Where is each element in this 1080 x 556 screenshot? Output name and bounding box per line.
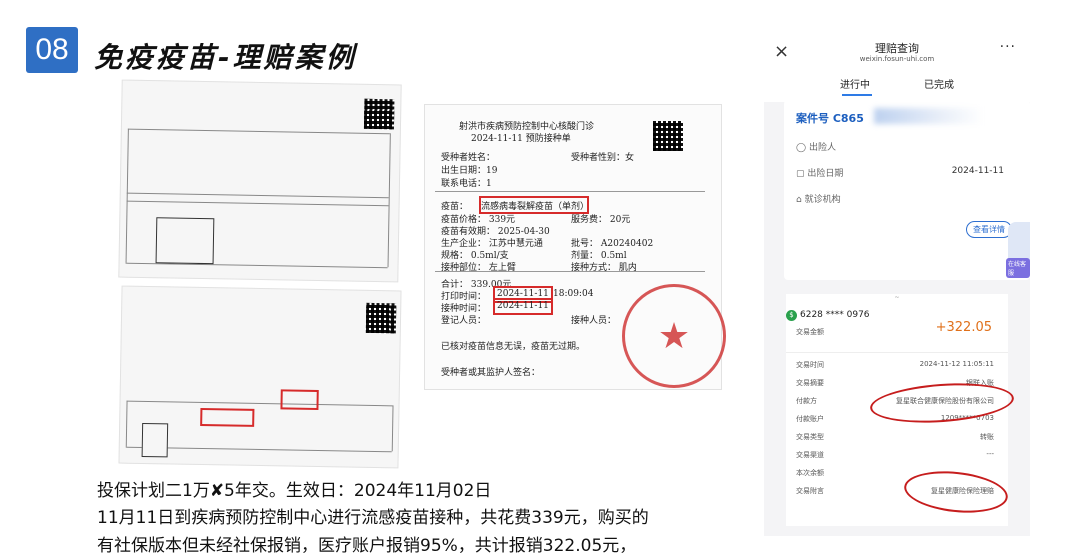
tx-label: 交易附言: [796, 487, 824, 495]
date-value: 2024-11-11: [951, 166, 1004, 176]
tab-completed[interactable]: 已完成: [924, 76, 954, 91]
view-detail-button[interactable]: 查看详情: [966, 221, 1012, 238]
red-circle-annotation: [902, 466, 1010, 518]
claim-card[interactable]: 案件号 C865 ◯ 出险人 ▢ 出险日期 2024-11-11 ⌂ 就诊机构 …: [784, 100, 1030, 280]
body-line-3: 有社保版本但未经社保报销，医疗账户报销95%，共计报销322.05元，: [97, 536, 637, 556]
slip-fee: 服务费： 20元: [571, 215, 631, 225]
hospital-stamp: [155, 217, 215, 265]
body-line-2: 11月11日到疾病预防控制中心进行流感疫苗接种，共花费339元，购买的: [97, 508, 649, 528]
slip-guardian: 受种者或其监护人签名：: [441, 368, 541, 378]
tx-label: 交易摘要: [796, 379, 824, 387]
slip-inoculator: 接种人员：: [571, 316, 617, 326]
date-label: ▢ 出险日期: [796, 169, 844, 179]
active-tab-indicator: [842, 94, 872, 96]
tx-label: 付款方: [796, 397, 817, 405]
body-line-1: 投保计划二1万✘5年交。生效日：2024年11月02日: [97, 481, 492, 501]
online-service-tag[interactable]: 在线客服: [1006, 258, 1030, 278]
invoice-scan-top: [118, 79, 402, 283]
slip-vaccine-label: 疫苗：: [441, 202, 469, 212]
more-icon[interactable]: ···: [1000, 39, 1016, 55]
redacted-area: [874, 108, 984, 124]
app-url: weixin.fosun-uhi.com: [859, 55, 935, 63]
highlight-box: [493, 298, 553, 315]
tx-value: ---: [986, 450, 994, 458]
amount-label: 交易金额: [796, 328, 824, 336]
hospital-stamp: [141, 422, 169, 458]
claim-app-screenshot: × 理赔查询 weixin.fosun-uhi.com ··· 进行中 已完成 …: [764, 36, 1030, 536]
tx-label: 本次余额: [796, 469, 824, 477]
red-seal-icon: ★: [622, 284, 726, 388]
slip-dob: 出生日期：19: [441, 166, 498, 176]
bank-icon: $: [786, 310, 797, 321]
app-header: × 理赔查询 weixin.fosun-uhi.com ··· 进行中 已完成: [764, 36, 1030, 102]
tx-label: 交易时间: [796, 361, 824, 369]
clinic-label: ⌂ 就诊机构: [796, 195, 841, 205]
slip-gender: 受种者性别：女: [571, 153, 635, 163]
bank-transaction-card: ~ $ 6228 **** 0976 交易金额 +322.05 交易时间 202…: [786, 294, 1016, 526]
slip-confirm: 已核对疫苗信息无误，疫苗无过期。: [441, 342, 586, 352]
slip-name: 受种者姓名：: [441, 153, 496, 163]
tx-value: 2024-11-12 11:05:11: [919, 360, 994, 368]
qr-code-icon: [653, 121, 683, 151]
tx-label: 付款账户: [796, 415, 824, 423]
amount-value: +322.05: [935, 320, 992, 335]
slip-registrar: 登记人员：: [441, 316, 487, 326]
qr-code-icon: [365, 302, 397, 334]
tab-in-progress[interactable]: 进行中: [840, 76, 870, 91]
slip-subtitle: 2024-11-11 预防接种单: [471, 134, 571, 144]
insured-label: ◯ 出险人: [796, 143, 836, 153]
cut-off-text: ~: [894, 294, 900, 301]
highlight-box: [280, 389, 319, 411]
app-title: 理赔查询: [875, 42, 919, 55]
account-number: 6228 **** 0976: [800, 310, 870, 320]
slip-print-suffix: 18:09:04: [553, 289, 594, 299]
slip-phone: 联系电话：1: [441, 179, 492, 189]
tx-value: 转账: [980, 433, 994, 441]
tx-label: 交易类型: [796, 433, 824, 441]
qr-code-icon: [363, 98, 395, 130]
slide-number-badge: 08: [26, 27, 78, 73]
tx-label: 交易渠道: [796, 451, 824, 459]
invoice-scan-bottom: [118, 285, 402, 469]
highlight-box: [200, 407, 255, 427]
case-number: 案件号 C865: [796, 112, 864, 125]
slide-title: 免疫疫苗-理赔案例: [94, 41, 357, 74]
